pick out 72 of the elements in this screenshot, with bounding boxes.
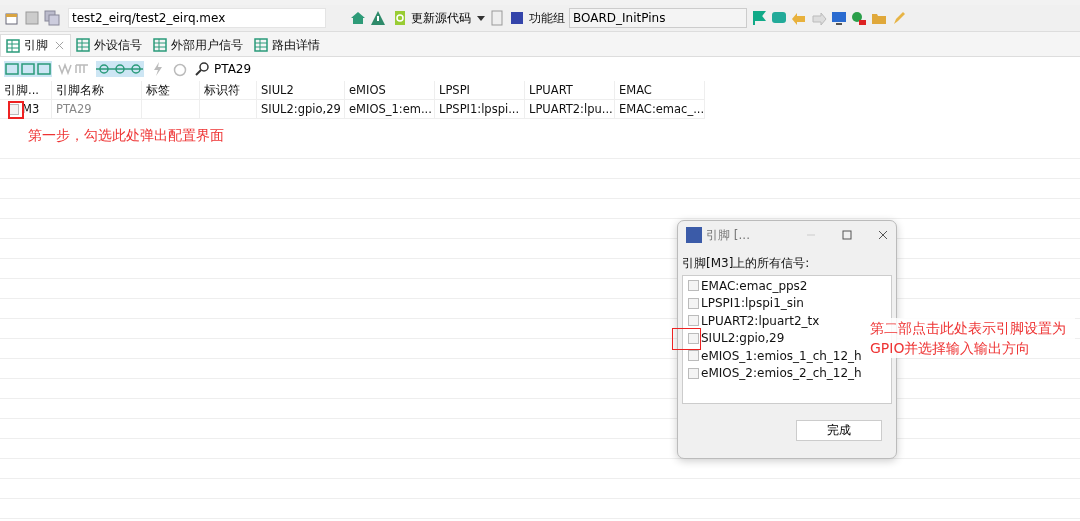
- pencil-icon[interactable]: [891, 10, 907, 26]
- row-checkbox[interactable]: [8, 103, 19, 115]
- tab-label: 引脚: [24, 37, 48, 54]
- signal-label: LPSPI1:lpspi1_sin: [701, 296, 804, 311]
- annotation-text: 第二部点击此处表示引脚设置为GPIO并选择输入输出方向: [870, 318, 1075, 358]
- close-icon[interactable]: [878, 230, 888, 240]
- signal-checkbox[interactable]: [688, 367, 699, 379]
- highlight-box: [672, 328, 701, 350]
- home-icon[interactable]: [350, 10, 366, 26]
- column-header[interactable]: 引脚名称: [52, 81, 142, 100]
- signal-label: LPUART2:lpuart2_tx: [701, 313, 820, 328]
- refresh-icon: [392, 10, 408, 26]
- column-header[interactable]: LPSPI: [435, 81, 525, 100]
- column-header[interactable]: 引脚...: [0, 81, 52, 100]
- signal-toggle-icon[interactable]: [96, 61, 144, 77]
- search-icon: [194, 61, 210, 77]
- column-header[interactable]: 标识符: [200, 81, 257, 100]
- table-cell: EMAC:emac_...: [615, 100, 705, 119]
- tab-label: 外部用户信号: [171, 36, 243, 54]
- signal-label: eMIOS_2:emios_2_ch_12_h: [701, 366, 862, 381]
- table-icon: [152, 37, 168, 53]
- column-header[interactable]: LPUART: [525, 81, 615, 100]
- new-file-icon[interactable]: [4, 10, 20, 26]
- maximize-icon[interactable]: [842, 230, 852, 240]
- chip-icon[interactable]: [509, 10, 525, 26]
- table-cell: LPUART2:lpu...: [525, 100, 615, 119]
- signal-checkbox[interactable]: [688, 315, 699, 327]
- signal-label: SIUL2:gpio,29: [701, 331, 785, 346]
- file-path-field[interactable]: test2_eirq/test2_eirq.mex: [68, 8, 326, 28]
- table-icon: [75, 37, 91, 53]
- save-all-icon[interactable]: [44, 10, 60, 26]
- function-group-field[interactable]: BOARD_InitPins: [569, 8, 747, 28]
- dialog-title: 引脚 [...: [706, 226, 751, 244]
- signal-checkbox[interactable]: [688, 350, 699, 362]
- alarm-clock-icon[interactable]: [172, 61, 188, 77]
- pin-view-toggle-icon[interactable]: [4, 61, 52, 77]
- warning-icon[interactable]: [370, 10, 386, 26]
- wave-icon[interactable]: [58, 61, 90, 77]
- dropdown-caret-icon[interactable]: [477, 14, 485, 22]
- column-header[interactable]: 标签: [142, 81, 200, 100]
- annotation-text: 第一步，勾选此处弹出配置界面: [28, 127, 224, 143]
- signal-checkbox[interactable]: [688, 332, 699, 344]
- dialog-prompt: 引脚[M3]上的所有信号:: [682, 255, 811, 272]
- view-tab[interactable]: 外设信号: [71, 34, 148, 56]
- view-tab[interactable]: 路由详情: [249, 34, 326, 56]
- tab-label: 路由详情: [272, 36, 320, 54]
- run-icon[interactable]: [851, 10, 867, 26]
- save-icon[interactable]: [24, 10, 40, 26]
- column-header[interactable]: EMAC: [615, 81, 705, 100]
- column-header[interactable]: SIUL2: [257, 81, 345, 100]
- view-tab[interactable]: 外部用户信号: [148, 34, 249, 56]
- finish-button[interactable]: 完成: [796, 420, 882, 441]
- table-cell: LPSPI1:lpspi...: [435, 100, 525, 119]
- tab-label: 外设信号: [94, 36, 142, 54]
- signal-label: EMAC:emac_pps2: [701, 278, 808, 293]
- message-icon[interactable]: [771, 10, 787, 26]
- monitor-icon[interactable]: [831, 10, 847, 26]
- flag-icon[interactable]: [751, 10, 767, 26]
- function-group-label: 功能组: [529, 9, 565, 27]
- highlight-box: [8, 101, 24, 119]
- table-cell: eMIOS_1:em...: [345, 100, 435, 119]
- table-cell: SIUL2:gpio,29: [257, 100, 345, 119]
- view-tab[interactable]: 引脚: [0, 34, 71, 56]
- signal-checkbox[interactable]: [688, 297, 699, 309]
- update-source-button[interactable]: 更新源代码: [390, 9, 473, 27]
- table-icon: [253, 37, 269, 53]
- app-logo-icon: [686, 227, 702, 243]
- table-cell: PTA29: [52, 100, 142, 119]
- signal-label: eMIOS_1:emios_1_ch_12_h: [701, 348, 862, 363]
- table-icon: [5, 37, 21, 54]
- signal-checkbox[interactable]: [688, 280, 699, 292]
- column-header[interactable]: eMIOS: [345, 81, 435, 100]
